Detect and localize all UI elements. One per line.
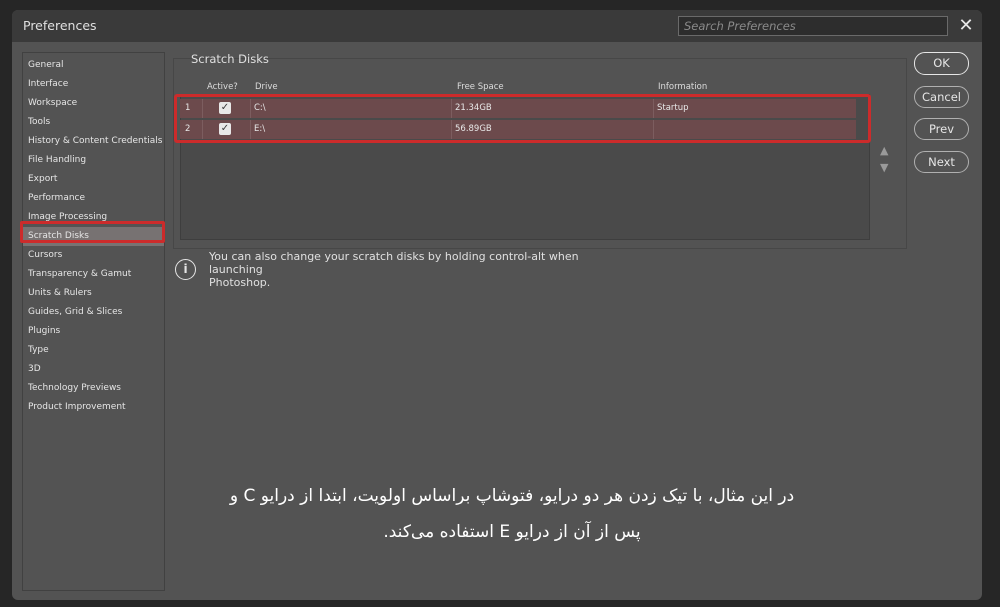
- preferences-sidebar: General Interface Workspace Tools Histor…: [22, 52, 165, 591]
- scratch-disks-group-title: Scratch Disks: [191, 52, 269, 66]
- annotation-line1: در این مثال، با تیک زدن هر دو درایو، فتو…: [229, 486, 795, 506]
- active-checkbox[interactable]: ✓: [219, 123, 231, 135]
- sidebar-item-units-rulers[interactable]: Units & Rulers: [23, 284, 164, 303]
- sidebar-item-transparency[interactable]: Transparency & Gamut: [23, 265, 164, 284]
- sidebar-item-tools[interactable]: Tools: [23, 113, 164, 132]
- prev-button[interactable]: Prev: [914, 118, 969, 140]
- sidebar-item-image-processing[interactable]: Image Processing: [23, 208, 164, 227]
- sidebar-item-type[interactable]: Type: [23, 341, 164, 360]
- column-header-free-space: Free Space: [457, 82, 504, 92]
- dialog-title: Preferences: [23, 18, 97, 33]
- table-row[interactable]: 2 ✓ E:\ 56.89GB: [180, 120, 856, 139]
- info-message-line1: You can also change your scratch disks b…: [209, 250, 579, 276]
- annotation-line2: پس از آن از درایو E استفاده می‌کند.: [383, 522, 641, 542]
- sidebar-item-scratch-disks[interactable]: Scratch Disks: [23, 227, 164, 246]
- sidebar-item-export[interactable]: Export: [23, 170, 164, 189]
- drive-cell: C:\: [254, 103, 266, 113]
- column-header-drive: Drive: [255, 82, 278, 92]
- sidebar-item-product-improvement[interactable]: Product Improvement: [23, 398, 164, 417]
- sidebar-item-guides-grid[interactable]: Guides, Grid & Slices: [23, 303, 164, 322]
- row-index: 1: [185, 103, 191, 113]
- row-index: 2: [185, 124, 191, 134]
- column-header-active: Active?: [207, 82, 238, 92]
- triangle-up-icon[interactable]: ▲: [880, 144, 888, 157]
- search-preferences-input[interactable]: [678, 16, 948, 36]
- information-cell: Startup: [657, 103, 689, 113]
- sidebar-item-3d[interactable]: 3D: [23, 360, 164, 379]
- info-message-line2: Photoshop.: [209, 276, 271, 289]
- free-space-cell: 56.89GB: [455, 124, 492, 134]
- info-message: You can also change your scratch disks b…: [209, 250, 629, 289]
- sidebar-item-history[interactable]: History & Content Credentials: [23, 132, 164, 151]
- title-bar: Preferences ✕: [12, 10, 982, 42]
- sidebar-item-cursors[interactable]: Cursors: [23, 246, 164, 265]
- close-icon[interactable]: ✕: [956, 16, 976, 36]
- sidebar-item-file-handling[interactable]: File Handling: [23, 151, 164, 170]
- sidebar-item-plugins[interactable]: Plugins: [23, 322, 164, 341]
- table-row[interactable]: 1 ✓ C:\ 21.34GB Startup: [180, 99, 856, 118]
- free-space-cell: 21.34GB: [455, 103, 492, 113]
- ok-button[interactable]: OK: [914, 52, 969, 75]
- column-header-information: Information: [658, 82, 708, 92]
- cancel-button[interactable]: Cancel: [914, 86, 969, 108]
- next-button[interactable]: Next: [914, 151, 969, 173]
- sidebar-item-technology-previews[interactable]: Technology Previews: [23, 379, 164, 398]
- info-icon: i: [175, 259, 196, 280]
- preferences-dialog: Preferences ✕ General Interface Workspac…: [12, 10, 982, 600]
- sidebar-item-interface[interactable]: Interface: [23, 75, 164, 94]
- sidebar-item-performance[interactable]: Performance: [23, 189, 164, 208]
- sidebar-item-general[interactable]: General: [23, 56, 164, 75]
- drive-cell: E:\: [254, 124, 266, 134]
- sidebar-item-workspace[interactable]: Workspace: [23, 94, 164, 113]
- active-checkbox[interactable]: ✓: [219, 102, 231, 114]
- triangle-down-icon[interactable]: ▼: [880, 161, 888, 174]
